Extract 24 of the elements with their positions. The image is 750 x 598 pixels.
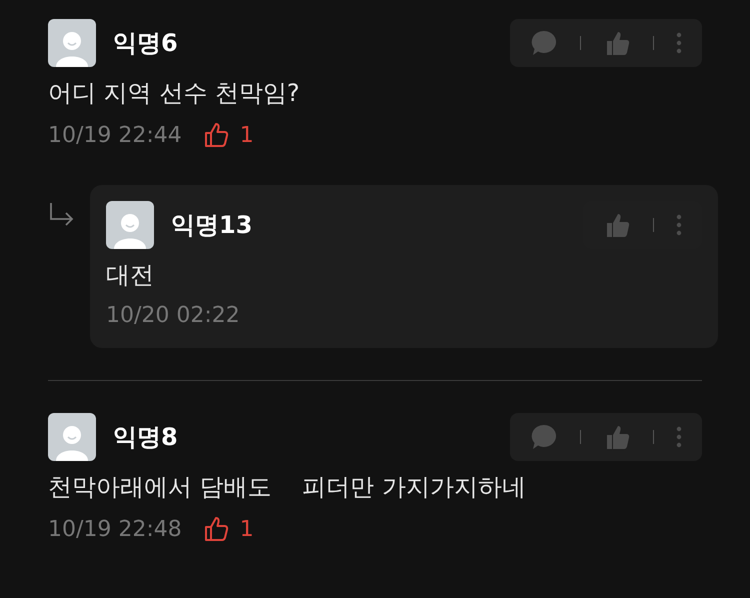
speech-bubble-icon bbox=[530, 29, 558, 57]
comment-time: 10/19 22:48 bbox=[48, 516, 182, 542]
more-icon bbox=[676, 426, 682, 448]
comment-text: 대전 bbox=[106, 260, 155, 291]
comment-text: 천막아래에서 담배도 피더만 가지가지하네 bbox=[48, 472, 527, 503]
author-name: 익명8 bbox=[113, 422, 179, 453]
comment-time: 10/20 02:22 bbox=[106, 303, 240, 328]
comment-time: 10/19 22:44 bbox=[48, 122, 182, 148]
speech-bubble-icon bbox=[530, 423, 558, 451]
like-count: 1 bbox=[240, 516, 254, 542]
author-name: 익명6 bbox=[113, 28, 179, 59]
more-button[interactable] bbox=[676, 214, 682, 236]
reply-button[interactable] bbox=[530, 423, 558, 451]
more-button[interactable] bbox=[676, 32, 682, 54]
reply-button[interactable] bbox=[530, 29, 558, 57]
author-name: 익명13 bbox=[171, 210, 254, 241]
more-button[interactable] bbox=[676, 426, 682, 448]
avatar-icon bbox=[106, 201, 154, 249]
avatar-icon bbox=[48, 413, 96, 461]
avatar-icon bbox=[48, 19, 96, 67]
more-icon bbox=[676, 32, 682, 54]
more-icon bbox=[676, 214, 682, 236]
like-count: 1 bbox=[240, 122, 254, 148]
comment-text: 어디 지역 선수 천막임? bbox=[48, 78, 301, 109]
